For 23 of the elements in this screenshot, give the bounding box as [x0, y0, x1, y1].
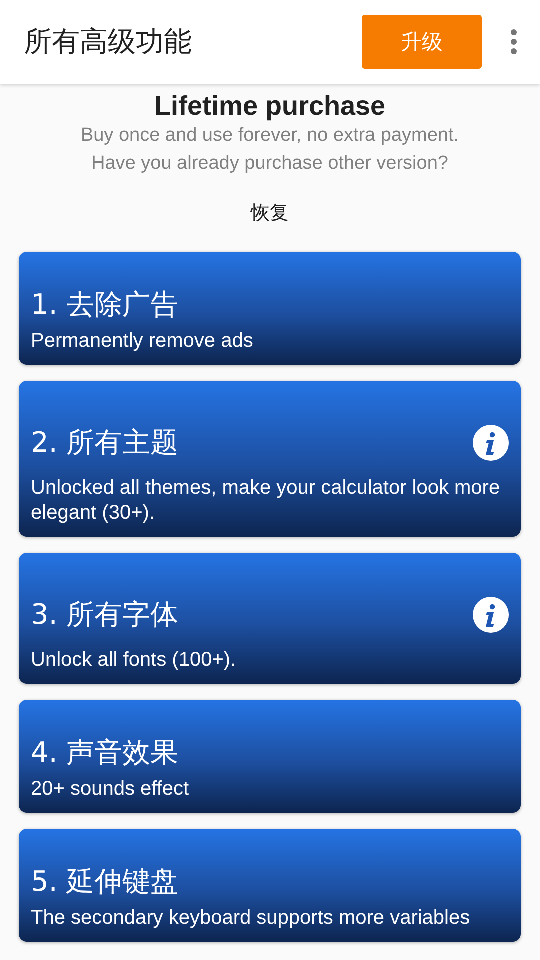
feature-title: 5. 延伸键盘 [31, 864, 179, 900]
intro-title: Lifetime purchase [154, 90, 386, 122]
feature-card[interactable]: 3. 所有字体 Unlock all fonts (100+). [19, 553, 521, 684]
more-menu-icon[interactable] [510, 29, 518, 55]
restore-link[interactable]: 恢复 [251, 200, 289, 226]
feature-title: 3. 所有字体 [31, 597, 179, 633]
intro-text: Have you already purchase other version? [92, 152, 448, 176]
feature-description: Permanently remove ads [31, 329, 254, 354]
feature-card[interactable]: 2. 所有主题 Unlocked all themes, make your calculator look more elegant (30+). [19, 381, 521, 537]
intro-text: Buy once and use forever, no extra payment. [80, 124, 460, 148]
feature-title: 4. 声音效果 [31, 735, 179, 771]
feature-description: Unlock all fonts (100+). [31, 648, 238, 673]
feature-card[interactable]: 5. 延伸键盘 The secondary keyboard supports more variables [19, 829, 521, 942]
feature-description: The secondary keyboard supports more variables [31, 906, 472, 931]
info-icon[interactable] [473, 597, 509, 633]
feature-description: 20+ sounds effect [31, 777, 190, 802]
feature-description: Unlocked all themes, make your calculator look more elegant (30+). [31, 476, 502, 526]
feature-card[interactable]: 4. 声音效果 20+ sounds effect [19, 700, 521, 813]
info-icon[interactable] [473, 425, 509, 461]
app-title: 所有高级功能 [24, 24, 193, 60]
feature-title: 2. 所有主题 [31, 425, 179, 461]
feature-title: 1. 去除广告 [31, 287, 179, 323]
feature-card[interactable]: 1. 去除广告 Permanently remove ads [19, 252, 521, 365]
